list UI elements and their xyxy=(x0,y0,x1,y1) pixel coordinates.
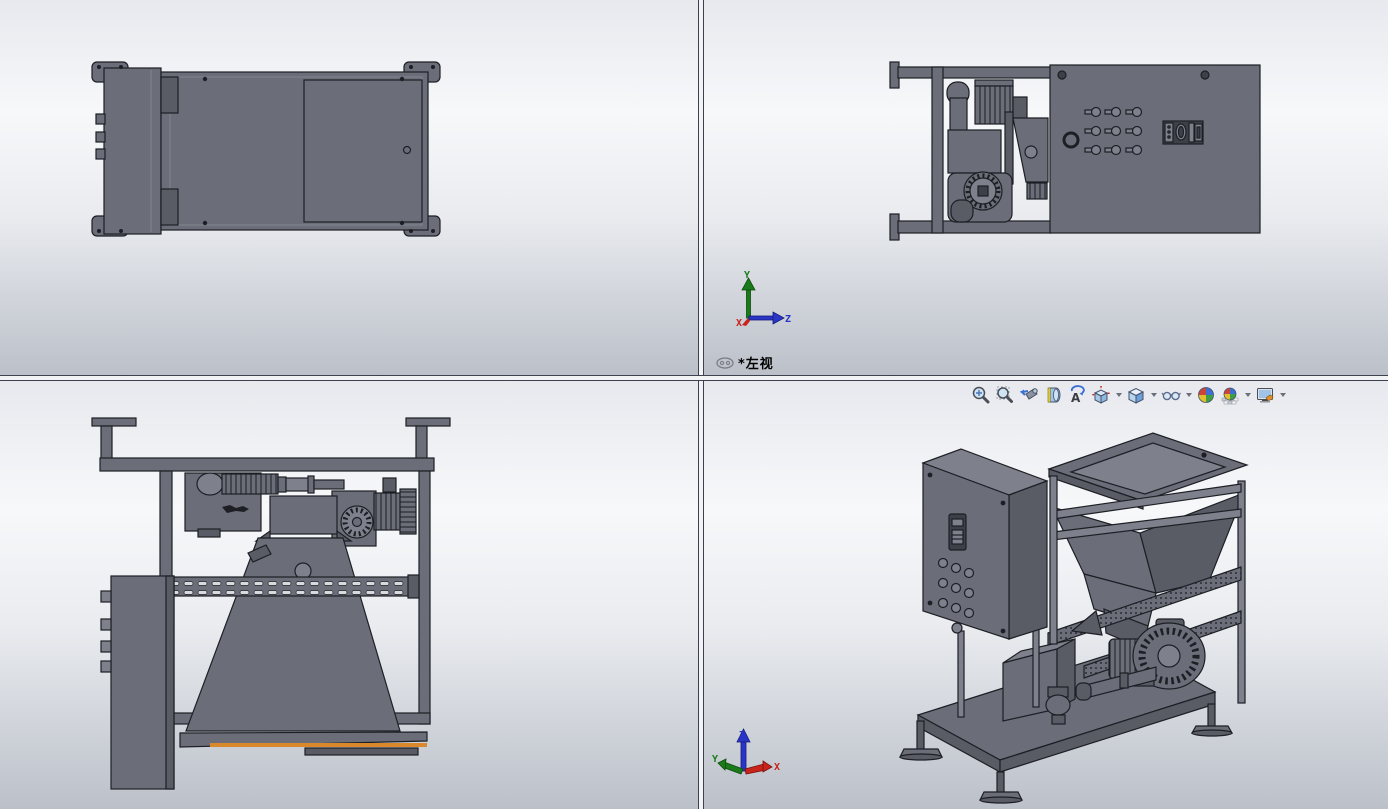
svg-text:Y: Y xyxy=(712,754,718,765)
machine-isometric-drawing xyxy=(899,432,1249,804)
view-orientation-dropdown[interactable] xyxy=(1114,384,1123,406)
view-settings-button[interactable] xyxy=(1254,384,1276,406)
view-name-text: *左视 xyxy=(738,357,774,372)
hide-show-items-dropdown[interactable] xyxy=(1184,384,1193,406)
apply-scene-dropdown[interactable] xyxy=(1243,384,1252,406)
machine-front-view-drawing xyxy=(91,417,451,790)
cabinet-keypad xyxy=(948,513,967,551)
view-orientation-button[interactable] xyxy=(1090,384,1112,406)
machine-left-view-drawing xyxy=(889,61,1261,241)
viewport-isometric-view[interactable]: A Z Y X xyxy=(704,381,1388,809)
3d-drawing-view-button[interactable]: A xyxy=(1066,384,1088,406)
triad-left-view: Y Z X xyxy=(736,270,791,329)
hide-show-items-button[interactable] xyxy=(1160,384,1182,406)
horizontal-viewport-splitter[interactable] xyxy=(0,375,1388,381)
viewport-front-view[interactable] xyxy=(0,381,698,809)
link-views-icon xyxy=(716,356,734,369)
svg-text:A: A xyxy=(1071,391,1081,405)
viewport-left-view[interactable]: Y Z X *左视 xyxy=(704,0,1388,375)
vfd-keypad xyxy=(1162,120,1204,145)
viewport-top-view[interactable] xyxy=(0,0,698,375)
svg-text:Y: Y xyxy=(744,270,750,281)
view-settings-dropdown[interactable] xyxy=(1278,384,1287,406)
svg-text:X: X xyxy=(774,762,780,773)
heads-up-view-toolbar: A xyxy=(970,384,1287,406)
display-style-dropdown[interactable] xyxy=(1149,384,1158,406)
previous-view-button[interactable] xyxy=(1018,384,1040,406)
view-name-label: *左视 xyxy=(716,353,774,372)
edit-appearance-button[interactable] xyxy=(1195,384,1217,406)
zoom-to-area-button[interactable] xyxy=(994,384,1016,406)
apply-scene-button[interactable] xyxy=(1219,384,1241,406)
section-view-button[interactable] xyxy=(1042,384,1064,406)
vertical-viewport-splitter[interactable] xyxy=(698,0,704,809)
zoom-to-fit-button[interactable] xyxy=(970,384,992,406)
display-style-button[interactable] xyxy=(1125,384,1147,406)
svg-text:Z: Z xyxy=(785,314,791,325)
machine-top-view-drawing xyxy=(91,61,441,237)
svg-text:X: X xyxy=(736,318,742,329)
triad-isometric: Z Y X xyxy=(712,728,780,775)
svg-text:Z: Z xyxy=(739,730,745,741)
